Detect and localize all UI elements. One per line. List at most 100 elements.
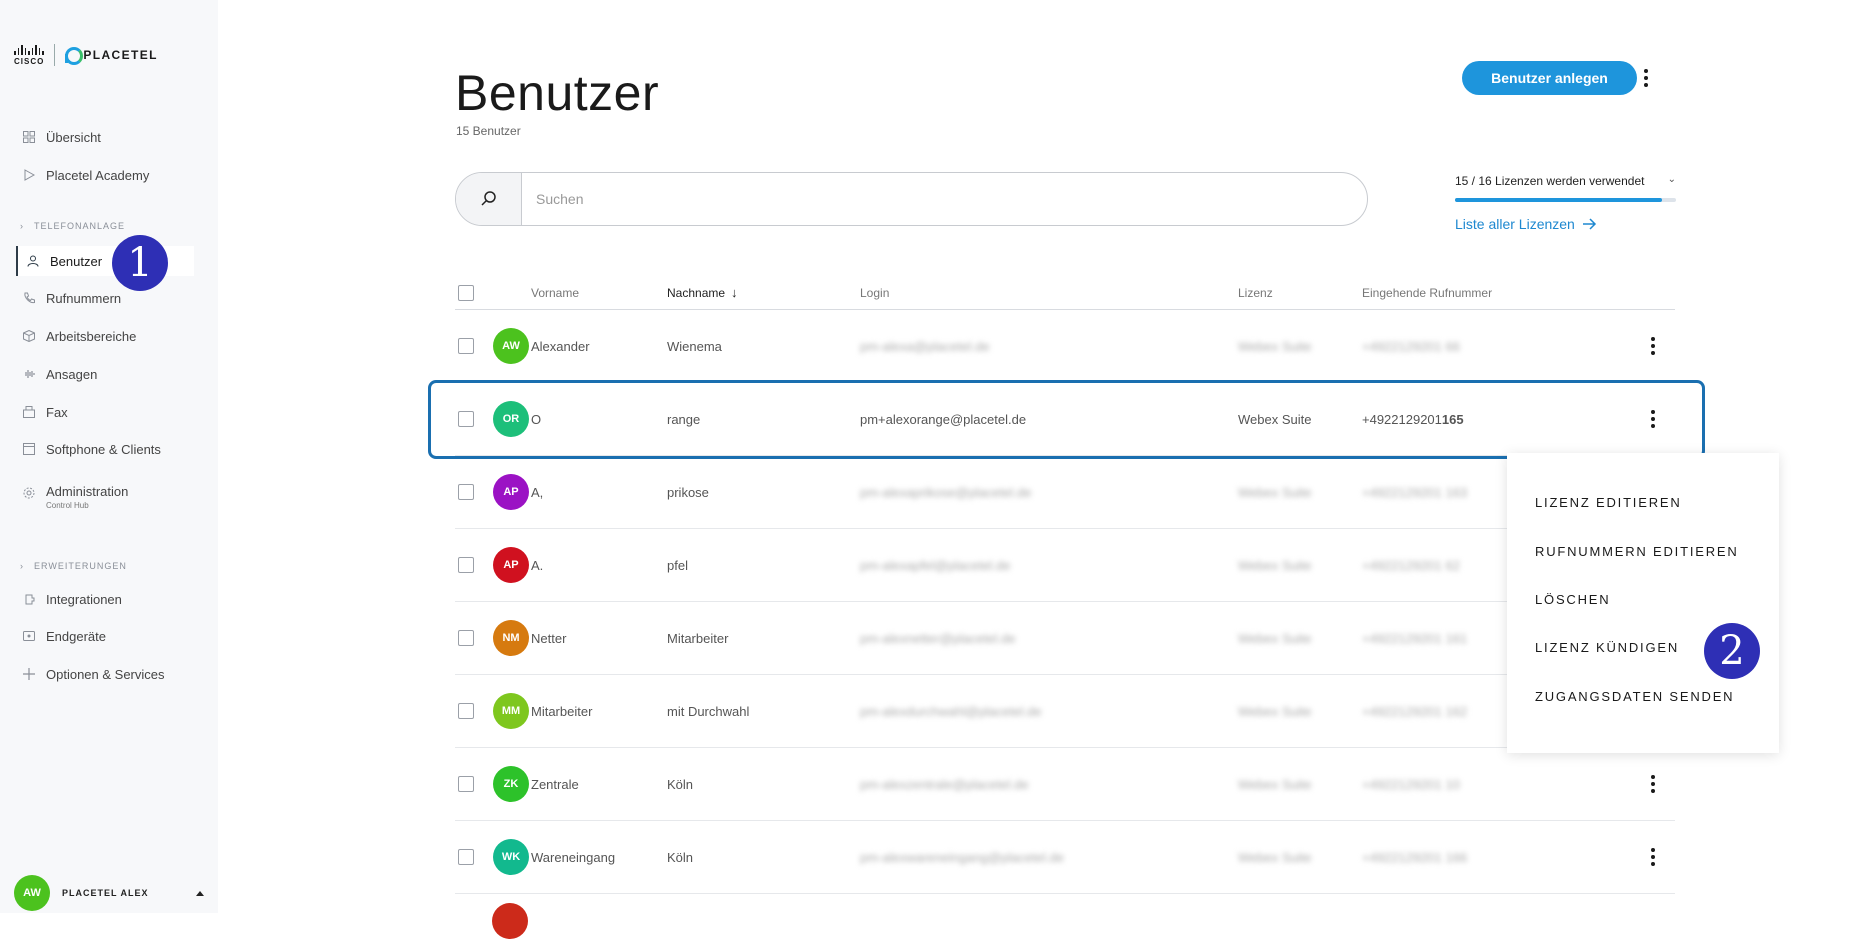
- sidebar-item-arbeitsbereiche[interactable]: Arbeitsbereiche: [22, 324, 136, 348]
- column-header-last-name[interactable]: Nachname ↓: [667, 285, 860, 300]
- sidebar-item-rufnummern[interactable]: Rufnummern: [22, 286, 121, 310]
- sidebar-item-ansagen[interactable]: Ansagen: [22, 362, 97, 386]
- table-row[interactable]: WK Wareneingang Köln pm-alexwareneingang…: [455, 821, 1675, 894]
- search-button[interactable]: [456, 173, 522, 225]
- table-row[interactable]: MM Mitarbeiter mit Durchwahl pm-alexdurc…: [455, 675, 1675, 748]
- step-marker-1: 1: [112, 235, 168, 291]
- table-row[interactable]: ZK Zentrale Köln pm-alexzentrale@placete…: [455, 748, 1675, 821]
- row-more-icon[interactable]: [1643, 772, 1663, 796]
- sidebar-item-label: Optionen & Services: [46, 666, 165, 682]
- sidebar-item-academy[interactable]: Placetel Academy: [22, 163, 149, 187]
- avatar: AW: [14, 875, 50, 911]
- table-row[interactable]: NM Netter Mitarbeiter pm-alexnetter@plac…: [455, 602, 1675, 675]
- arrow-right-icon: [1582, 218, 1596, 230]
- cisco-wordmark: CISCO: [14, 56, 45, 66]
- avatar: ZK: [493, 766, 529, 802]
- sidebar-item-label: Benutzer: [50, 253, 103, 269]
- placetel-wordmark: PLACETEL: [83, 48, 158, 62]
- sidebar-item-optionen[interactable]: Optionen & Services: [22, 662, 165, 686]
- row-checkbox[interactable]: [458, 484, 474, 500]
- avatar: WK: [493, 839, 529, 875]
- menu-item-delete[interactable]: LÖSCHEN: [1535, 592, 1610, 607]
- table-row[interactable]: AP A, prikose pm-alexaprikose@placetel.d…: [455, 456, 1675, 529]
- cell-license: Webex Suite: [1238, 484, 1312, 500]
- cell-login: pm-alexa@placetel.de: [860, 338, 990, 354]
- cisco-logo: CISCO: [14, 44, 45, 66]
- search-input[interactable]: [522, 173, 1367, 225]
- chevron-down-icon: ⌄: [1667, 174, 1676, 185]
- sidebar-item-softphone[interactable]: Softphone & Clients: [22, 437, 161, 461]
- column-header-login[interactable]: Login: [860, 286, 1238, 300]
- avatar: AW: [493, 328, 529, 364]
- sidebar-item-uebersicht[interactable]: Übersicht: [22, 125, 101, 149]
- sort-desc-icon: ↓: [731, 285, 738, 300]
- row-checkbox[interactable]: [458, 703, 474, 719]
- cell-last-name: Köln: [667, 849, 694, 865]
- menu-item-edit-license[interactable]: LIZENZ EDITIEREN: [1535, 495, 1682, 510]
- search-bar: [455, 172, 1368, 226]
- users-table: Vorname Nachname ↓ Login Lizenz Eingehend…: [455, 276, 1675, 894]
- user-name: PLACETEL ALEX: [62, 888, 149, 898]
- create-user-button[interactable]: Benutzer anlegen: [1462, 61, 1637, 95]
- avatar: NM: [493, 620, 529, 656]
- menu-item-cancel-license[interactable]: LIZENZ KÜNDIGEN: [1535, 640, 1679, 655]
- sidebar-item-administration[interactable]: Administration Control Hub: [22, 484, 128, 520]
- chevron-right-icon: ›: [20, 561, 24, 571]
- row-more-icon[interactable]: [1643, 845, 1663, 869]
- cell-first-name: A.: [531, 557, 544, 573]
- row-checkbox[interactable]: [458, 630, 474, 646]
- sidebar-item-label: Fax: [46, 404, 68, 420]
- cell-license: Webex Suite: [1238, 557, 1312, 573]
- user-icon: [26, 254, 40, 268]
- logo[interactable]: CISCO PLACETEL: [14, 44, 158, 66]
- sidebar-item-integrationen[interactable]: Integrationen: [22, 587, 122, 611]
- sidebar-item-label: Integrationen: [46, 591, 122, 607]
- box-icon: [22, 329, 36, 343]
- search-icon: [480, 191, 496, 206]
- cell-last-name: mit Durchwahl: [667, 703, 750, 719]
- integration-icon: [22, 592, 36, 606]
- cell-license: Webex Suite: [1238, 630, 1312, 646]
- avatar: AP: [493, 474, 529, 510]
- row-checkbox[interactable]: [458, 338, 474, 354]
- row-more-icon[interactable]: [1643, 334, 1663, 358]
- row-checkbox[interactable]: [458, 776, 474, 792]
- column-header-license[interactable]: Lizenz: [1238, 286, 1362, 300]
- row-checkbox[interactable]: [458, 557, 474, 573]
- section-telefonanlage[interactable]: › TELEFONANLAGE: [20, 221, 125, 231]
- section-erweiterungen[interactable]: › ERWEITERUNGEN: [20, 561, 127, 571]
- cell-first-name: Zentrale: [531, 776, 579, 792]
- cell-license: Webex Suite: [1238, 338, 1312, 354]
- column-header-first-name[interactable]: Vorname: [531, 286, 667, 300]
- avatar: MM: [493, 693, 529, 729]
- user-count: 15 Benutzer: [456, 124, 521, 138]
- menu-item-edit-numbers[interactable]: RUFNUMMERN EDITIEREN: [1535, 544, 1739, 559]
- cell-login: pm-alexnetter@placetel.de: [860, 630, 1016, 646]
- license-list-link[interactable]: Liste aller Lizenzen: [1455, 216, 1676, 232]
- more-options-icon[interactable]: [1636, 66, 1656, 90]
- cell-last-name: pfel: [667, 557, 688, 573]
- table-row[interactable]: AW Alexander Wienema pm-alexa@placetel.d…: [455, 310, 1675, 383]
- column-header-number[interactable]: Eingehende Rufnummer: [1362, 286, 1612, 300]
- placetel-mark-icon: [65, 47, 84, 65]
- menu-item-send-credentials[interactable]: ZUGANGSDATEN SENDEN: [1535, 689, 1734, 704]
- sidebar-item-endgeraete[interactable]: Endgeräte: [22, 624, 106, 648]
- cell-number: +4922129201 66: [1362, 338, 1460, 354]
- cell-last-name: Wienema: [667, 338, 722, 354]
- license-dropdown[interactable]: 15 / 16 Lizenzen werden verwendet ⌄: [1455, 174, 1676, 188]
- sidebar-item-fax[interactable]: Fax: [22, 400, 68, 424]
- gear-icon: [22, 486, 36, 500]
- phone-icon: [22, 291, 36, 305]
- cell-last-name: Köln: [667, 776, 694, 792]
- chevron-right-icon: ›: [20, 221, 24, 231]
- device-icon: [22, 629, 36, 643]
- sidebar-item-label: Ansagen: [46, 366, 98, 382]
- page-title: Benutzer: [455, 65, 660, 121]
- sidebar-item-label: Softphone & Clients: [46, 441, 161, 457]
- user-menu[interactable]: AW PLACETEL ALEX: [14, 873, 204, 913]
- select-all-checkbox[interactable]: [458, 284, 474, 301]
- cell-license: Webex Suite: [1238, 703, 1312, 719]
- row-checkbox[interactable]: [458, 849, 474, 865]
- table-row[interactable]: AP A. pfel pm-alexapfel@placetel.de Webe…: [455, 529, 1675, 602]
- cell-first-name: Netter: [531, 630, 567, 646]
